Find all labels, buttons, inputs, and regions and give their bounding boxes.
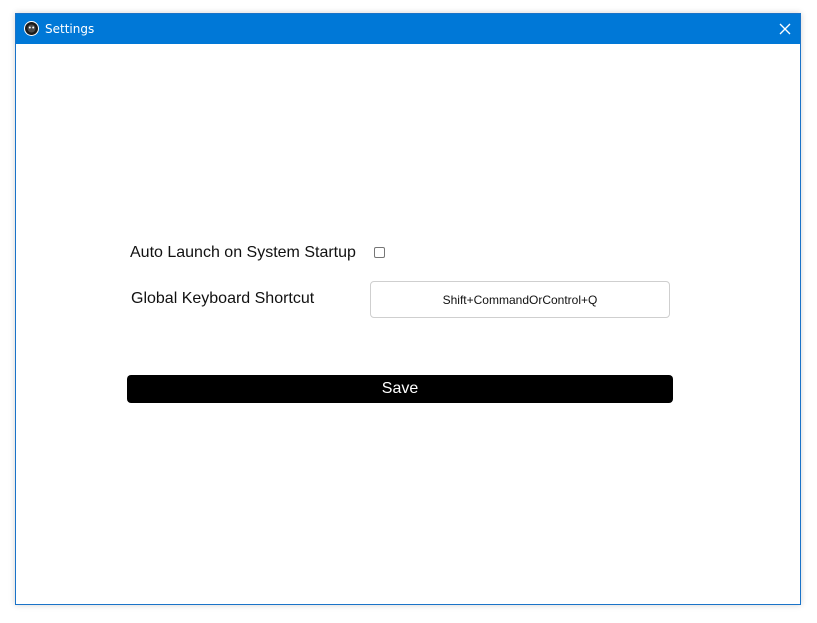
auto-launch-label: Auto Launch on System Startup xyxy=(130,244,356,261)
title-bar: Settings xyxy=(16,14,800,44)
window-title: Settings xyxy=(45,22,95,36)
save-button[interactable]: Save xyxy=(127,375,673,403)
app-logo-icon xyxy=(24,21,39,36)
shortcut-label: Global Keyboard Shortcut xyxy=(131,290,315,307)
close-button[interactable] xyxy=(770,14,800,44)
settings-window: Settings Auto Launch on System Startup G… xyxy=(15,13,801,605)
close-icon xyxy=(779,23,791,35)
shortcut-input[interactable] xyxy=(370,281,670,318)
auto-launch-checkbox[interactable] xyxy=(374,247,385,258)
